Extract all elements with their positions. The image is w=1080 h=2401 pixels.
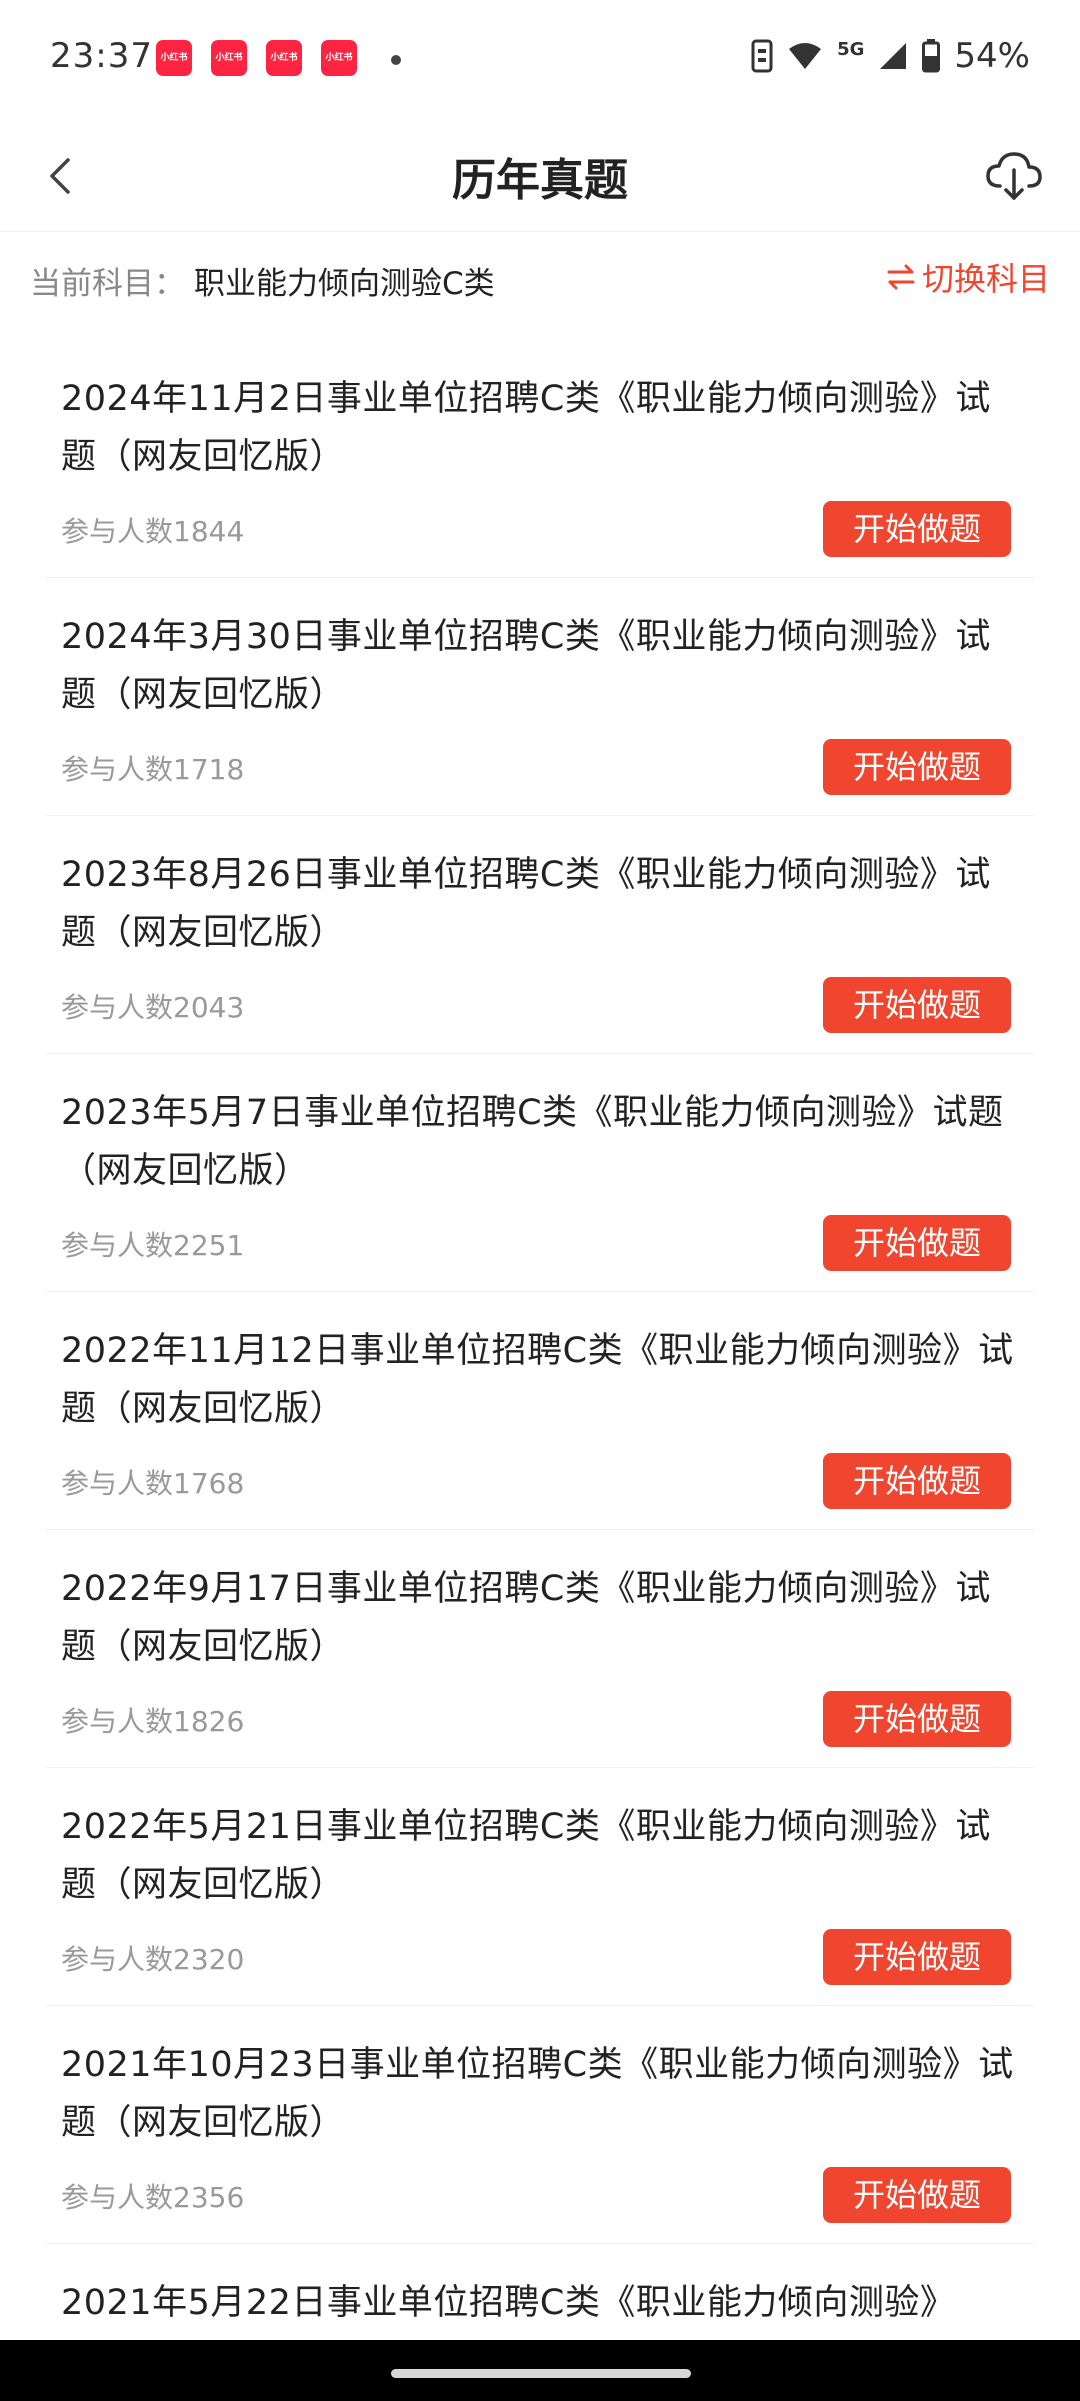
exam-title[interactable]: 2021年5月22日事业单位招聘C类《职业能力倾向测验》 — [61, 2274, 1021, 2332]
start-exam-button[interactable]: 开始做题 — [823, 1453, 1011, 1509]
page: 23:37 小红书 小红书 小红书 小红书 5G 54% 历年真题 当前科目： … — [0, 0, 1080, 2401]
participant-count: 参与人数2043 — [61, 991, 245, 1024]
start-exam-button[interactable]: 开始做题 — [823, 1691, 1011, 1747]
current-subject-label: 当前科目： — [30, 266, 185, 302]
cloud-download-icon — [986, 152, 1042, 200]
exam-title[interactable]: 2022年5月21日事业单位招聘C类《职业能力倾向测验》试题（网友回忆版） — [61, 1798, 1021, 1914]
status-indicators: 5G 54% — [751, 36, 1030, 76]
start-exam-button[interactable]: 开始做题 — [823, 501, 1011, 557]
participant-count: 参与人数2356 — [61, 2181, 245, 2214]
start-exam-button[interactable]: 开始做题 — [823, 977, 1011, 1033]
vibrate-icon — [751, 39, 773, 73]
switch-subject-label: 切换科目 — [921, 260, 1050, 298]
home-indicator[interactable] — [391, 2369, 691, 2378]
current-subject-row: 当前科目： 职业能力倾向测验C类 切换科目 — [0, 240, 1080, 316]
xiaohongshu-notification-icon: 小红书 — [211, 40, 247, 76]
exam-list-item: 2024年11月2日事业单位招聘C类《职业能力倾向测验》试题（网友回忆版） 参与… — [46, 340, 1034, 578]
switch-arrows-icon — [887, 264, 915, 290]
switch-subject-button[interactable]: 切换科目 — [886, 254, 1050, 300]
start-exam-button[interactable]: 开始做题 — [823, 1215, 1011, 1271]
start-exam-button[interactable]: 开始做题 — [823, 2167, 1011, 2223]
exam-list-item: 2024年3月30日事业单位招聘C类《职业能力倾向测验》试题（网友回忆版） 参与… — [46, 578, 1034, 816]
xiaohongshu-notification-icon: 小红书 — [266, 40, 302, 76]
participant-count: 参与人数1768 — [61, 1467, 245, 1500]
exam-title[interactable]: 2022年9月17日事业单位招聘C类《职业能力倾向测验》试题（网友回忆版） — [61, 1560, 1021, 1676]
network-type-label: 5G — [837, 38, 865, 60]
download-button[interactable] — [982, 144, 1046, 208]
exam-title[interactable]: 2024年3月30日事业单位招聘C类《职业能力倾向测验》试题（网友回忆版） — [61, 608, 1021, 724]
exam-title[interactable]: 2022年11月12日事业单位招聘C类《职业能力倾向测验》试题（网友回忆版） — [61, 1322, 1021, 1438]
more-notifications-dot-icon — [391, 55, 401, 65]
status-time: 23:37 — [50, 36, 153, 76]
signal-icon — [880, 43, 907, 69]
exam-list: 2024年11月2日事业单位招聘C类《职业能力倾向测验》试题（网友回忆版） 参与… — [0, 340, 1080, 2401]
xiaohongshu-notification-icon: 小红书 — [321, 40, 357, 76]
participant-count: 参与人数1826 — [61, 1705, 245, 1738]
start-exam-button[interactable]: 开始做题 — [823, 739, 1011, 795]
nav-divider — [0, 231, 1080, 232]
exam-title[interactable]: 2021年10月23日事业单位招聘C类《职业能力倾向测验》试题（网友回忆版） — [61, 2036, 1021, 2152]
participant-count: 参与人数1844 — [61, 515, 245, 548]
status-bar: 23:37 小红书 小红书 小红书 小红书 5G 54% — [0, 0, 1080, 120]
exam-list-item: 2022年11月12日事业单位招聘C类《职业能力倾向测验》试题（网友回忆版） 参… — [46, 1292, 1034, 1530]
participant-count: 参与人数2320 — [61, 1943, 245, 1976]
participant-count: 参与人数2251 — [61, 1229, 245, 1262]
page-title: 历年真题 — [452, 155, 628, 206]
exam-list-item: 2023年5月7日事业单位招聘C类《职业能力倾向测验》试题（网友回忆版） 参与人… — [46, 1054, 1034, 1292]
notification-icons: 小红书 小红书 小红书 小红书 — [156, 40, 357, 76]
wifi-icon — [789, 43, 822, 69]
exam-title[interactable]: 2023年8月26日事业单位招聘C类《职业能力倾向测验》试题（网友回忆版） — [61, 846, 1021, 962]
start-exam-button[interactable]: 开始做题 — [823, 1929, 1011, 1985]
xiaohongshu-notification-icon: 小红书 — [156, 40, 192, 76]
exam-list-item: 2023年8月26日事业单位招聘C类《职业能力倾向测验》试题（网友回忆版） 参与… — [46, 816, 1034, 1054]
battery-icon — [922, 39, 941, 73]
exam-title[interactable]: 2024年11月2日事业单位招聘C类《职业能力倾向测验》试题（网友回忆版） — [61, 370, 1021, 486]
participant-count: 参与人数1718 — [61, 753, 245, 786]
exam-list-item: 2022年9月17日事业单位招聘C类《职业能力倾向测验》试题（网友回忆版） 参与… — [46, 1530, 1034, 1768]
exam-list-item: 2022年5月21日事业单位招聘C类《职业能力倾向测验》试题（网友回忆版） 参与… — [46, 1768, 1034, 2006]
current-subject-name: 职业能力倾向测验C类 — [194, 266, 495, 302]
top-navigation-bar: 历年真题 — [0, 120, 1080, 232]
exam-title[interactable]: 2023年5月7日事业单位招聘C类《职业能力倾向测验》试题（网友回忆版） — [61, 1084, 1021, 1200]
exam-list-item: 2021年10月23日事业单位招聘C类《职业能力倾向测验》试题（网友回忆版） 参… — [46, 2006, 1034, 2244]
battery-percentage: 54% — [954, 36, 1030, 76]
